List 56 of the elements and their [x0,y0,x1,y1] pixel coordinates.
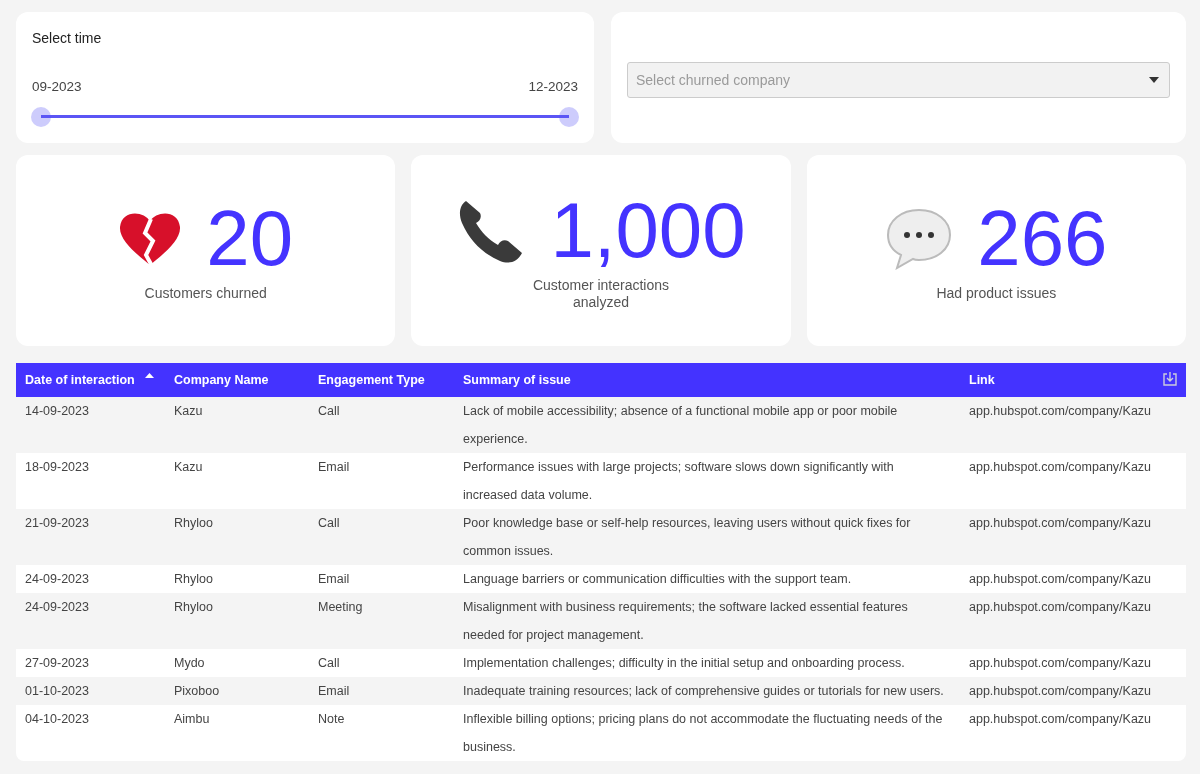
slider-handle[interactable] [559,107,579,128]
stat-value: 266 [977,199,1108,278]
stat-label: Customers churned [144,285,267,302]
column-header[interactable]: Link [960,363,1186,397]
summary-cell: Performance issues with large projects; software slows down significantly with increased data volume. [463,460,894,502]
stat-value: 20 [206,199,294,278]
download-icon[interactable] [1162,371,1178,387]
company-cell: Rhyloo [174,600,213,614]
range-end-label: 12-2023 [528,78,578,96]
company-cell: Rhyloo [174,572,213,586]
summary-cell: Poor knowledge base or self-help resources, leaving users without quick fixes for common issues. [463,516,911,558]
column-header[interactable]: Date of interaction [16,363,165,397]
engagement-cell: Call [318,404,340,418]
summary-cell: Inflexible billing options; pricing plans do not accommodate the fluctuating needs of the business. [463,712,943,754]
link-cell[interactable]: app.hubspot.com/company/Kazu [969,656,1152,670]
date-cell: 21-09-2023 [25,516,89,530]
range-start-label: 09-2023 [32,78,82,96]
company-cell: Kazu [174,460,203,474]
date-cell: 18-09-2023 [25,460,89,474]
engagement-cell: Email [318,684,350,698]
date-cell: 04-10-2023 [25,712,89,726]
column-header[interactable]: Engagement Type [309,363,454,397]
date-cell: 24-09-2023 [25,600,89,614]
filter-title: Select time [32,29,103,48]
engagement-cell: Note [318,712,345,726]
summary-cell: Inadequate training resources; lack of comprehensive guides or tutorials for new users. [463,684,944,698]
summary-cell: Implementation challenges; difficulty in the initial setup and onboarding process. [463,656,905,670]
slider-handle[interactable] [31,107,51,128]
company-cell: Pixoboo [174,684,220,698]
engagement-cell: Email [318,572,350,586]
engagement-cell: Meeting [318,600,363,614]
summary-cell: Language barriers or communication difficulties with the support team. [463,572,852,586]
link-cell[interactable]: app.hubspot.com/company/Kazu [969,712,1152,726]
summary-cell: Lack of mobile accessibility; absence of a functional mobile app or poor mobile experience. [463,404,898,446]
link-cell[interactable]: app.hubspot.com/company/Kazu [969,460,1152,474]
slider-track[interactable] [41,115,569,119]
date-cell: 24-09-2023 [25,572,89,586]
stat-value: 1,000 [550,190,746,269]
engagement-cell: Email [318,460,350,474]
date-cell: 01-10-2023 [25,684,89,698]
company-cell: Rhyloo [174,516,213,530]
column-header[interactable]: Company Name [165,363,309,397]
stat-label: Had product issues [936,285,1057,302]
link-cell[interactable]: app.hubspot.com/company/Kazu [969,572,1152,586]
engagement-cell: Call [318,656,340,670]
company-cell: Kazu [174,404,203,418]
company-cell: Mydo [174,656,205,670]
stat-label: Customer interactions analyzed [531,276,671,311]
date-cell: 27-09-2023 [25,656,89,670]
engagement-cell: Call [318,516,340,530]
date-cell: 14-09-2023 [25,404,89,418]
speech-bubble-icon [885,206,954,271]
company-cell: Aimbu [174,712,210,726]
column-header[interactable]: Summary of issue [454,363,960,397]
summary-cell: Misalignment with business requirements; the software lacked essential features needed for project management. [463,600,908,642]
caret-icon [1149,77,1159,83]
